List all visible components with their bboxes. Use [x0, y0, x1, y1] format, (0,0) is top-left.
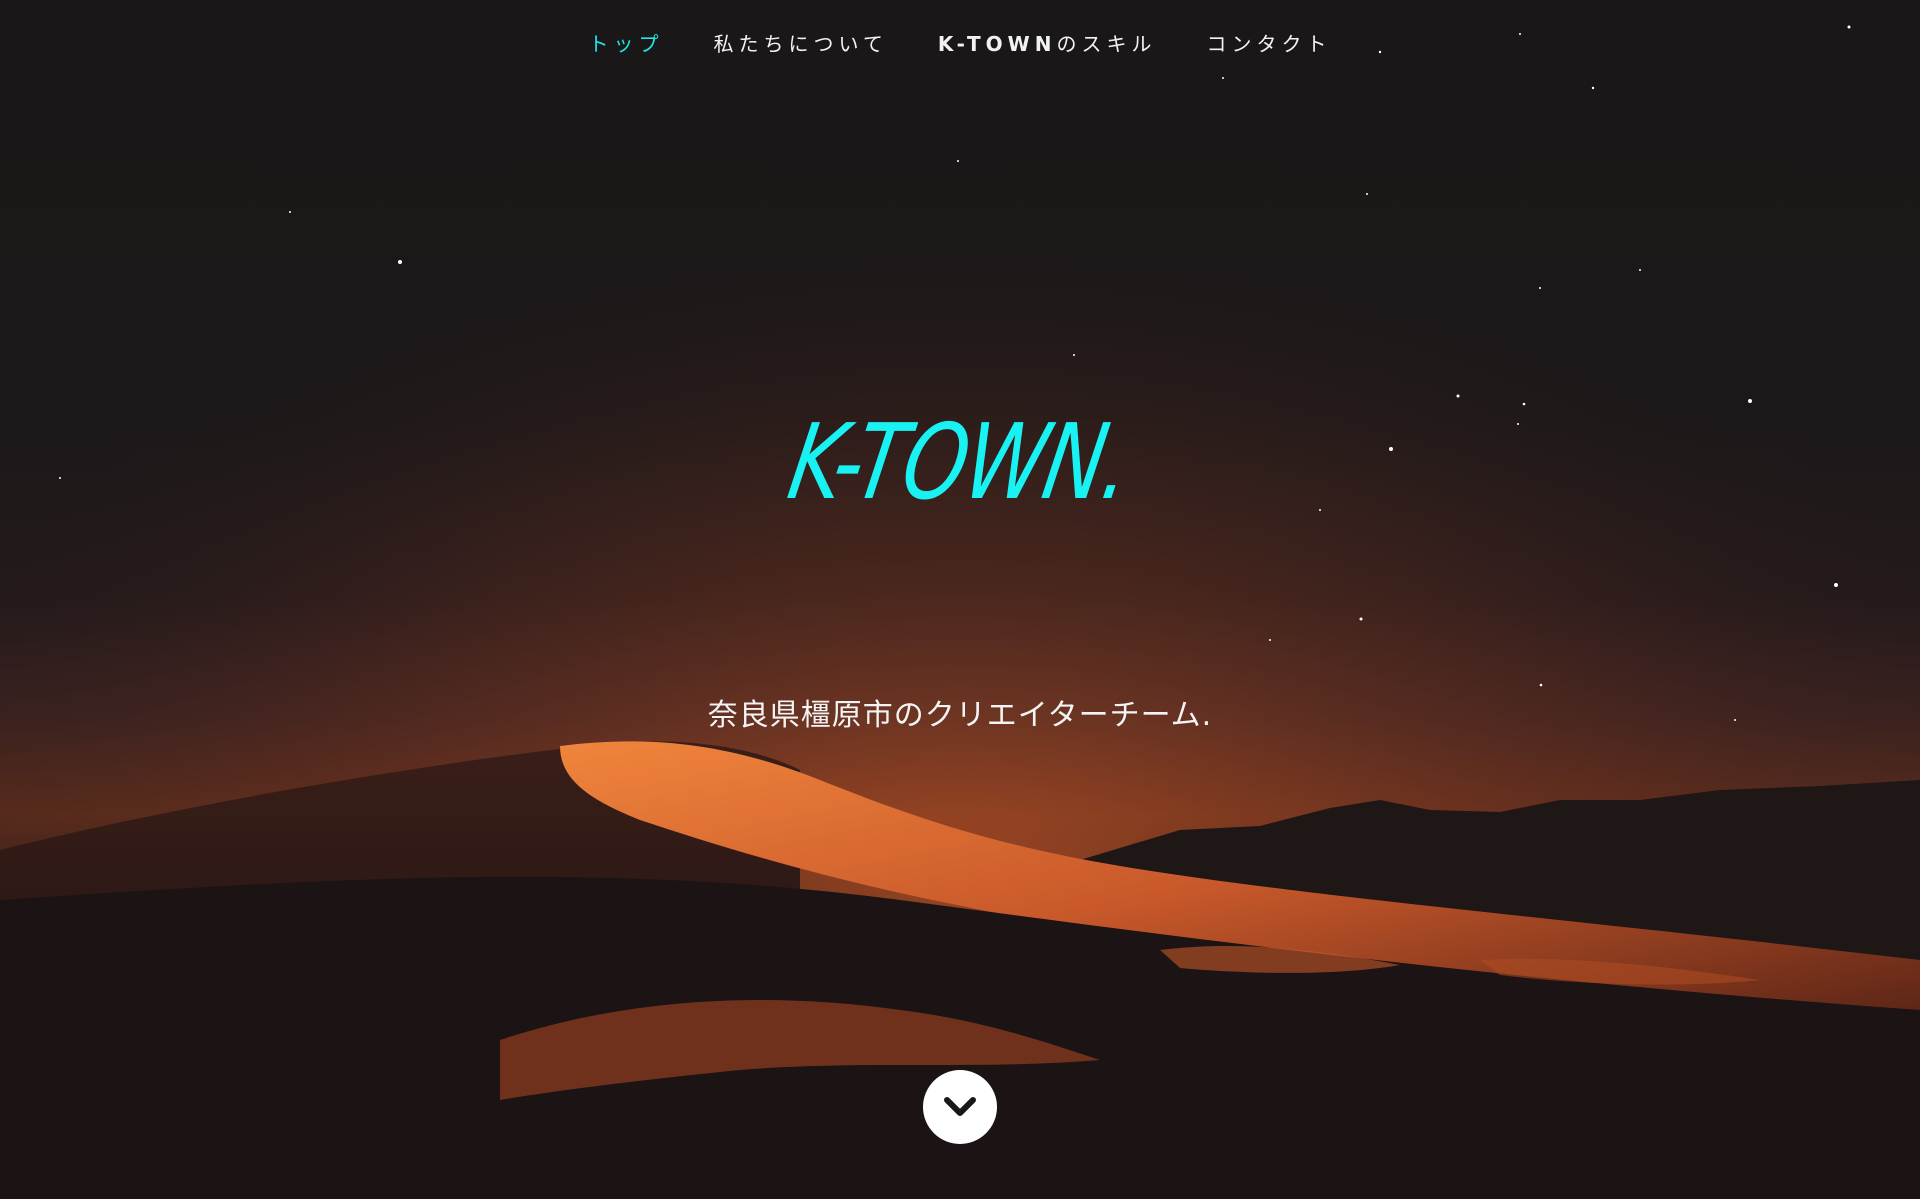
scroll-down-button[interactable]: [923, 1070, 997, 1144]
desert-night-background: [0, 0, 1920, 1199]
nav-item-skills[interactable]: K-TOWNのスキル: [938, 28, 1157, 57]
nav-item-about[interactable]: 私たちについて: [714, 28, 888, 57]
nav-item-top[interactable]: トップ: [589, 28, 664, 57]
hero-section: トップ 私たちについて K-TOWNのスキル コンタクト K-TOWN. 奈良県…: [0, 0, 1920, 1199]
site-logo: K-TOWN.: [780, 401, 1140, 523]
nav-item-contact[interactable]: コンタクト: [1206, 28, 1331, 57]
nav-item-skills-label: のスキル: [1056, 31, 1157, 56]
hero-tagline: 奈良県橿原市のクリエイターチーム.: [707, 698, 1213, 733]
main-nav: トップ 私たちについて K-TOWNのスキル コンタクト: [0, 0, 1920, 84]
nav-item-skills-brand: K-TOWN: [937, 31, 1057, 56]
chevron-down-icon: [944, 1097, 976, 1116]
